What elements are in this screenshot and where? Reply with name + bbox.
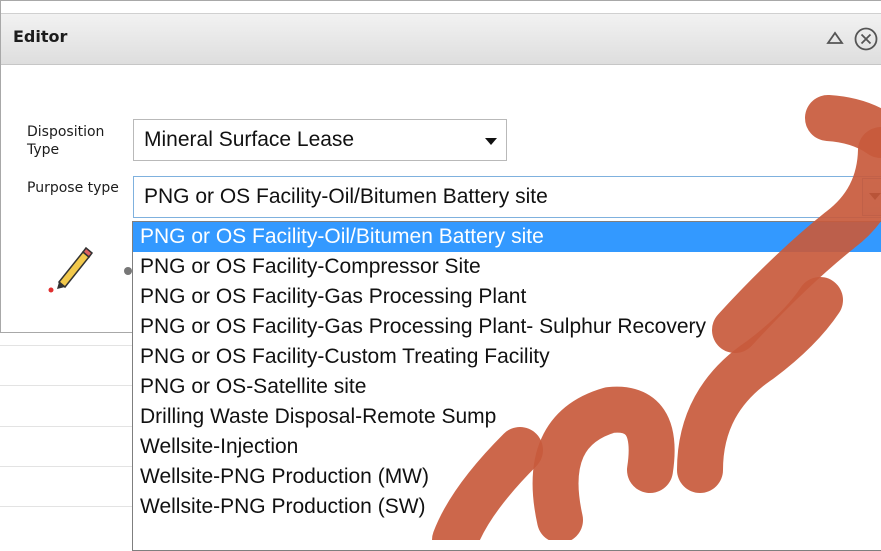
- disposition-type-select[interactable]: Mineral Surface Lease: [133, 119, 507, 161]
- collapse-icon[interactable]: [825, 29, 845, 47]
- dropdown-option[interactable]: PNG or OS Facility-Oil/Bitumen Battery s…: [133, 222, 881, 252]
- purpose-type-label: Purpose type: [27, 180, 119, 196]
- dropdown-option[interactable]: PNG or OS Facility-Compressor Site: [133, 252, 881, 282]
- editor-title: Editor: [13, 27, 68, 46]
- dropdown-option[interactable]: Wellsite-PNG Production (MW): [133, 462, 881, 492]
- pencil-icon: [48, 246, 94, 293]
- background-row-line: [0, 385, 140, 386]
- background-row-line: [0, 506, 140, 507]
- editor-titlebar: Editor: [1, 13, 881, 65]
- dropdown-option[interactable]: PNG or OS Facility-Custom Treating Facil…: [133, 342, 881, 372]
- background-row-line: [0, 466, 140, 467]
- dropdown-option[interactable]: PNG or OS Facility-Gas Processing Plant-…: [133, 312, 881, 342]
- dropdown-option[interactable]: Wellsite-PNG Production (SW): [133, 492, 881, 522]
- purpose-dropdown-list: PNG or OS Facility-Oil/Bitumen Battery s…: [132, 221, 881, 551]
- tool-icon: [124, 267, 132, 275]
- background-row-line: [0, 345, 140, 346]
- disposition-type-value: Mineral Surface Lease: [144, 128, 355, 151]
- background-row-line: [0, 426, 140, 427]
- dropdown-option[interactable]: Drilling Waste Disposal-Remote Sump: [133, 402, 881, 432]
- dropdown-option[interactable]: PNG or OS-Satellite site: [133, 372, 881, 402]
- purpose-type-value: PNG or OS Facility-Oil/Bitumen Battery s…: [144, 185, 548, 208]
- dropdown-option[interactable]: PNG or OS Facility-Gas Processing Plant: [133, 282, 881, 312]
- dropdown-option[interactable]: Wellsite-Injection: [133, 432, 881, 462]
- edit-button[interactable]: [39, 238, 109, 302]
- chevron-down-icon: [485, 138, 497, 145]
- purpose-dropdown-button[interactable]: [862, 178, 881, 216]
- disposition-type-label: Disposition Type: [27, 124, 105, 158]
- chevron-down-icon: [869, 193, 881, 200]
- purpose-type-select[interactable]: PNG or OS Facility-Oil/Bitumen Battery s…: [133, 176, 881, 218]
- close-icon[interactable]: [853, 26, 879, 52]
